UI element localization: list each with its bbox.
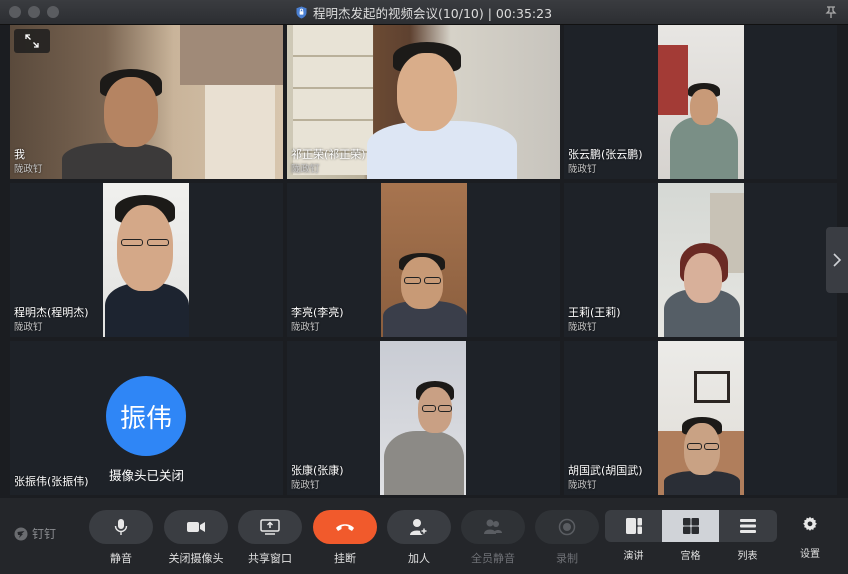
window-title: 程明杰发起的视频会议(10/10) | 00:35:23 (312, 5, 553, 21)
window-frame (180, 25, 283, 85)
screen-share-icon (260, 519, 280, 535)
hangup-icon (336, 524, 354, 531)
mute-all-label: 全员静音 (471, 552, 515, 565)
participant-org: 陇政钉 (291, 164, 320, 175)
meeting-toolbar: 钉钉 静音 关闭摄像头 共享窗口 挂断 加人 全员静音 录制 演讲 宫格 列表 … (0, 498, 848, 574)
participant-name: 程明杰(程明杰) (14, 306, 89, 319)
video-tile-li-liang[interactable]: 李亮(李亮) 陇政钉 (287, 183, 560, 337)
settings-button[interactable]: 设置 (793, 516, 827, 560)
layout-switcher (605, 510, 777, 542)
avatar: 振伟 (106, 376, 186, 456)
dingtalk-brand: 钉钉 (14, 525, 56, 542)
video-tile-zhang-zhenwei[interactable]: 振伟 摄像头已关闭 张振伟(张振伟) (10, 341, 283, 495)
record-button[interactable]: 录制 (535, 510, 599, 566)
participant-org: 陇政钉 (14, 322, 43, 333)
video-feed (103, 183, 189, 337)
video-tile-cheng-mingjie[interactable]: 程明杰(程明杰) 陇政钉 (10, 183, 283, 337)
video-feed (380, 341, 466, 495)
chevron-right-icon (833, 253, 842, 267)
camera-off-button[interactable]: 关闭摄像头 (164, 510, 228, 566)
title-bar: 程明杰发起的视频会议(10/10) | 00:35:23 (0, 0, 848, 25)
camera-icon (187, 522, 205, 532)
next-page-button[interactable] (826, 227, 848, 293)
speaker-layout-icon (625, 518, 642, 534)
microphone-icon (114, 519, 128, 535)
expand-icon (25, 34, 39, 48)
camera-off-label: 关闭摄像头 (168, 552, 224, 565)
participant-org: 陇政钉 (14, 164, 43, 175)
wall-frame (694, 371, 730, 403)
layout-list-button[interactable] (719, 510, 776, 542)
participant-org: 陇政钉 (291, 322, 320, 333)
add-person-button[interactable]: 加人 (387, 510, 451, 566)
doorway (205, 85, 275, 179)
add-user-icon (410, 519, 428, 535)
curtain (658, 45, 688, 115)
layout-speaker-label: 演讲 (623, 551, 644, 562)
hangup-button[interactable]: 挂断 (313, 510, 377, 566)
list-layout-icon (739, 519, 756, 533)
layout-grid-button[interactable] (662, 510, 719, 542)
participant-name: 张振伟(张振伟) (14, 475, 89, 488)
participant-name: 祁正荣(祁正荣) (291, 148, 366, 161)
video-tile-hu-guowu[interactable]: 胡国武(胡国武) 陇政钉 (564, 341, 837, 495)
video-feed (658, 25, 744, 179)
window-title-group: 程明杰发起的视频会议(10/10) | 00:35:23 (0, 0, 848, 24)
participant-name: 张康(张康) (291, 464, 344, 477)
participant-name: 我 (14, 148, 25, 161)
group-mute-icon (484, 519, 502, 534)
pin-icon[interactable] (824, 5, 838, 19)
video-tile-qi-zhengrong[interactable]: 祁正荣(祁正荣) 陇政钉 (287, 25, 560, 179)
layout-speaker-button[interactable] (605, 510, 662, 542)
mute-button[interactable]: 静音 (89, 510, 153, 566)
video-tile-zhang-kang[interactable]: 张康(张康) 陇政钉 (287, 341, 560, 495)
add-person-label: 加人 (408, 552, 430, 565)
video-grid: 我 陇政钉 祁正荣(祁正荣) 陇政钉 张云鹏(张云鹏) 陇政钉 程明杰(程明杰)… (10, 25, 838, 495)
participant-org: 陇政钉 (568, 322, 597, 333)
participant-name: 胡国武(胡国武) (568, 464, 643, 477)
record-icon (558, 518, 576, 536)
record-label: 录制 (556, 552, 578, 565)
video-feed (658, 183, 744, 337)
video-feed (658, 341, 744, 495)
layout-list-label: 列表 (737, 551, 758, 562)
participant-name: 王莉(王莉) (568, 306, 621, 319)
video-feed (381, 183, 467, 337)
brand-label: 钉钉 (32, 527, 57, 541)
grid-layout-icon (682, 518, 699, 534)
share-window-label: 共享窗口 (248, 552, 292, 565)
gear-icon (803, 516, 817, 531)
video-tile-me[interactable]: 我 陇政钉 (10, 25, 283, 179)
video-tile-wang-li[interactable]: 王莉(王莉) 陇政钉 (564, 183, 837, 337)
participant-name: 张云鹏(张云鹏) (568, 148, 643, 161)
video-tile-zhang-yunpeng[interactable]: 张云鹏(张云鹏) 陇政钉 (564, 25, 837, 179)
participant-name: 李亮(李亮) (291, 306, 344, 319)
participant-org: 陇政钉 (291, 480, 320, 491)
participant-org: 陇政钉 (568, 164, 597, 175)
mute-all-button[interactable]: 全员静音 (461, 510, 525, 566)
hangup-label: 挂断 (334, 552, 356, 565)
layout-grid-label: 宫格 (680, 551, 701, 562)
share-window-button[interactable]: 共享窗口 (238, 510, 302, 566)
shield-icon (296, 6, 307, 18)
mute-label: 静音 (110, 552, 132, 565)
participant-org: 陇政钉 (568, 480, 597, 491)
video-feed (10, 25, 283, 179)
settings-label: 设置 (800, 549, 820, 560)
dingtalk-logo-icon (14, 527, 28, 540)
expand-button[interactable] (14, 29, 50, 53)
